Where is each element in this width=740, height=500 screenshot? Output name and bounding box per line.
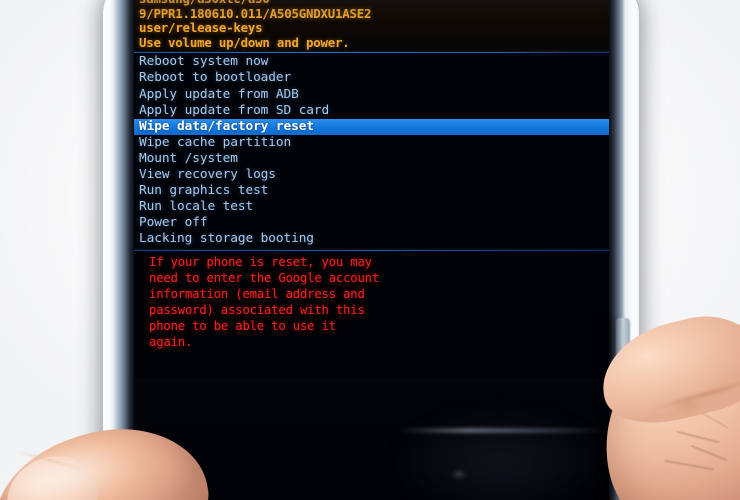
knuckle-shadow [672, 396, 702, 414]
recovery-menu-list: Reboot system now Reboot to bootloader A… [133, 53, 611, 250]
screen-reflection-blob [385, 403, 611, 500]
phone-screen: Android Recovery samsung/a50xtc/a50 9/PP… [133, 0, 611, 500]
menu-item-wipe-data-factory-reset[interactable]: Wipe data/factory reset [133, 118, 611, 135]
menu-item-reboot-system-now[interactable]: Reboot system now [133, 54, 611, 70]
header-line-build-keys: user/release-keys [139, 20, 263, 36]
menu-item-wipe-cache-partition[interactable]: Wipe cache partition [133, 135, 611, 151]
warning-line-3: information (email address and [149, 286, 365, 301]
menu-item-power-off[interactable]: Power off [133, 215, 611, 231]
warning-line-1: If your phone is reset, you may [149, 254, 372, 269]
warning-line-4: password) associated with this [149, 302, 365, 317]
menu-item-apply-update-from-sd-card[interactable]: Apply update from SD card [133, 103, 611, 119]
menu-item-lacking-storage-booting[interactable]: Lacking storage booting [133, 231, 611, 247]
menu-item-apply-update-from-adb[interactable]: Apply update from ADB [133, 87, 611, 103]
header-line-instructions: Use volume up/down and power. [139, 34, 350, 50]
screen-reflection-dot [451, 470, 467, 479]
menu-item-run-locale-test[interactable]: Run locale test [133, 199, 611, 215]
screenshot-stage: Android Recovery samsung/a50xtc/a50 9/PP… [0, 0, 740, 500]
warning-line-5: phone to be able to use it [149, 318, 336, 333]
warning-line-2: need to enter the Google account [149, 270, 379, 285]
menu-item-run-graphics-test[interactable]: Run graphics test [133, 183, 611, 199]
phone-left-bezel-gloss [106, 0, 115, 500]
screen-reflection-streak [398, 428, 608, 433]
menu-item-mount-system[interactable]: Mount /system [133, 151, 611, 167]
factory-reset-warning: If your phone is reset, you may need to … [133, 250, 611, 358]
screen-top-glare [133, 0, 611, 20]
recovery-ui: Android Recovery samsung/a50xtc/a50 9/PP… [133, 0, 611, 358]
menu-item-reboot-to-bootloader[interactable]: Reboot to bootloader [133, 70, 611, 86]
menu-item-view-recovery-logs[interactable]: View recovery logs [133, 167, 611, 183]
warning-line-6: again. [149, 334, 193, 349]
